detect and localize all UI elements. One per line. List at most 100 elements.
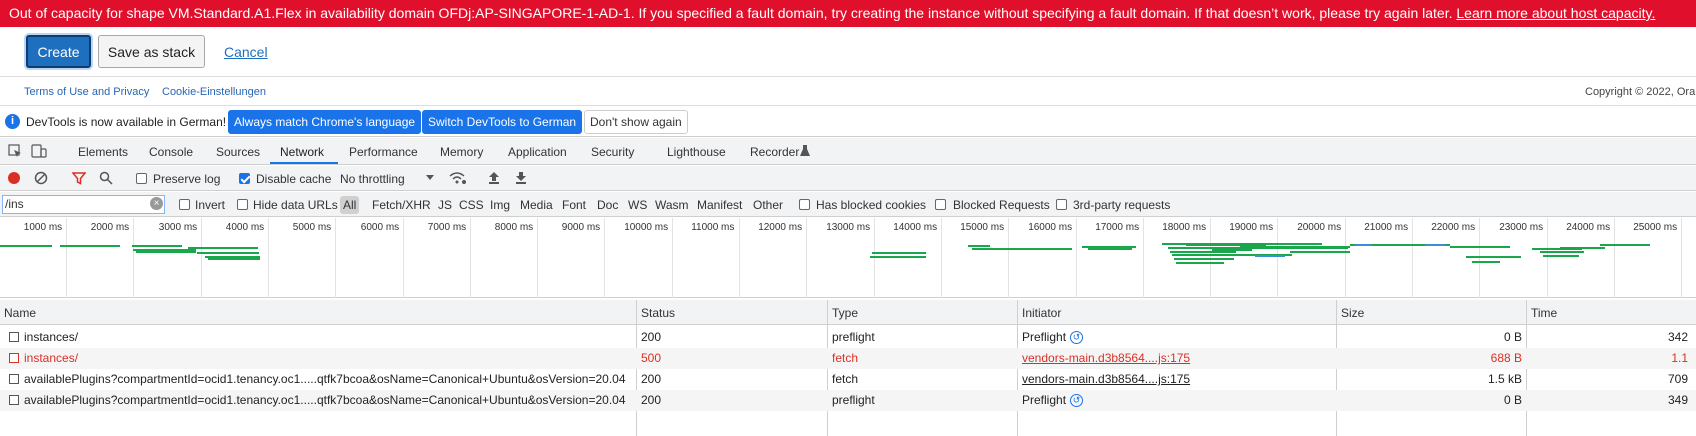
timeline-gridline [1143, 218, 1144, 298]
timeline-tick-label: 14000 ms [893, 222, 938, 233]
clear-filter-icon[interactable]: × [150, 197, 163, 210]
request-type: preflight [832, 393, 875, 407]
table-row[interactable]: instances/ 500 fetch vendors-main.d3b856… [0, 348, 1696, 369]
tab-security[interactable]: Security [591, 145, 634, 159]
timeline-request-bar [1255, 255, 1285, 257]
tab-elements[interactable]: Elements [78, 145, 128, 159]
tab-sources[interactable]: Sources [216, 145, 260, 159]
create-button[interactable]: Create [26, 35, 91, 68]
copyright-text: Copyright © 2022, Ora [1585, 86, 1696, 98]
device-toolbar-icon[interactable] [31, 143, 47, 159]
tab-recorder[interactable]: Recorder [750, 145, 799, 159]
invert-checkbox[interactable] [179, 199, 190, 210]
initiator-text: Preflight [1022, 330, 1067, 344]
tab-lighthouse[interactable]: Lighthouse [667, 145, 726, 159]
search-icon[interactable] [99, 171, 113, 185]
preflight-link-icon[interactable]: ↺ [1070, 394, 1084, 408]
save-as-stack-button[interactable]: Save as stack [98, 35, 205, 68]
disable-cache-checkbox[interactable] [239, 173, 250, 184]
column-time[interactable]: Time [1531, 306, 1557, 320]
timeline-tick-label: 6000 ms [360, 222, 400, 233]
tab-application[interactable]: Application [508, 145, 567, 159]
type-filter-ws[interactable]: WS [628, 198, 647, 212]
always-match-language-button[interactable]: Always match Chrome's language [228, 110, 422, 134]
column-type[interactable]: Type [832, 306, 858, 320]
timeline-tick-label: 10000 ms [624, 222, 669, 233]
record-icon[interactable] [7, 171, 21, 185]
timeline-gridline [66, 218, 67, 298]
request-initiator: Preflight ↺ [1022, 330, 1084, 345]
table-row[interactable]: availablePlugins?compartmentId=ocid1.ten… [0, 390, 1696, 411]
throttling-select[interactable]: No throttling [340, 172, 405, 186]
timeline-request-bar [1176, 262, 1224, 264]
column-status[interactable]: Status [641, 306, 675, 320]
type-filter-media[interactable]: Media [520, 198, 553, 212]
filter-input[interactable]: /ins [2, 195, 165, 214]
timeline-request-bar [1472, 261, 1500, 263]
timeline-gridline [806, 218, 807, 298]
row-icon [9, 332, 19, 342]
table-row[interactable]: instances/ 200 preflight Preflight ↺ 0 B … [0, 327, 1696, 348]
third-party-label: 3rd-party requests [1073, 198, 1171, 212]
type-filter-all[interactable]: All [340, 196, 360, 214]
timeline-request-bar [197, 252, 259, 254]
network-conditions-icon[interactable] [449, 171, 467, 185]
import-har-icon[interactable] [488, 171, 500, 185]
preflight-link-icon[interactable]: ↺ [1070, 331, 1084, 345]
type-filter-manifest[interactable]: Manifest [697, 198, 742, 212]
timeline-tick-label: 22000 ms [1431, 222, 1476, 233]
table-row[interactable]: availablePlugins?compartmentId=ocid1.ten… [0, 369, 1696, 390]
clear-icon[interactable] [34, 171, 48, 185]
timeline-gridline [1277, 218, 1278, 298]
blocked-requests-checkbox[interactable] [935, 199, 946, 210]
row-icon [9, 395, 19, 405]
type-filter-fetch-xhr[interactable]: Fetch/XHR [372, 198, 431, 212]
timeline-tick-label: 12000 ms [758, 222, 803, 233]
column-name[interactable]: Name [4, 306, 36, 320]
dont-show-again-button[interactable]: Don't show again [584, 110, 688, 134]
type-filter-wasm[interactable]: Wasm [655, 198, 689, 212]
cookie-settings-link[interactable]: Cookie-Einstellungen [162, 86, 266, 98]
request-initiator[interactable]: vendors-main.d3b8564....js:175 [1022, 372, 1190, 386]
host-capacity-link[interactable]: Learn more about host capacity. [1456, 5, 1655, 21]
timeline-tick-label: 18000 ms [1162, 222, 1207, 233]
timeline-request-bar [1450, 246, 1510, 248]
tab-memory[interactable]: Memory [440, 145, 483, 159]
tab-performance[interactable]: Performance [349, 145, 418, 159]
export-har-icon[interactable] [515, 171, 527, 185]
tab-console[interactable]: Console [149, 145, 193, 159]
switch-to-german-button[interactable]: Switch DevTools to German [422, 110, 583, 134]
request-initiator[interactable]: vendors-main.d3b8564....js:175 [1022, 351, 1190, 365]
has-blocked-cookies-checkbox[interactable] [799, 199, 810, 210]
type-filter-js[interactable]: JS [438, 198, 452, 212]
timeline-request-bar [1174, 258, 1234, 260]
terms-link[interactable]: Terms of Use and Privacy [24, 86, 149, 98]
type-filter-doc[interactable]: Doc [597, 198, 618, 212]
third-party-checkbox[interactable] [1056, 199, 1067, 210]
cancel-link[interactable]: Cancel [224, 44, 268, 60]
network-toolbar: Preserve log Disable cache No throttling [0, 166, 1696, 191]
timeline-request-bar [1088, 248, 1132, 250]
column-initiator[interactable]: Initiator [1022, 306, 1061, 320]
timeline-request-bar [188, 247, 258, 249]
tab-network[interactable]: Network [280, 145, 324, 159]
type-filter-other[interactable]: Other [753, 198, 783, 212]
chevron-down-icon [426, 175, 434, 180]
timeline-gridline [133, 218, 134, 298]
inspect-element-icon[interactable] [8, 144, 22, 158]
column-size[interactable]: Size [1341, 306, 1364, 320]
filter-icon[interactable] [72, 171, 86, 185]
page-footer: Terms of Use and Privacy Cookie-Einstell… [0, 78, 1696, 106]
timeline-gridline [1479, 218, 1480, 298]
hide-data-urls-checkbox[interactable] [237, 199, 248, 210]
network-overview-timeline[interactable]: 1000 ms 2000 ms 3000 ms 4000 ms 5000 ms 6000 … [0, 218, 1696, 298]
request-type: preflight [832, 330, 875, 344]
type-filter-img[interactable]: Img [490, 198, 510, 212]
type-filter-font[interactable]: Font [562, 198, 586, 212]
preserve-log-checkbox[interactable] [136, 173, 147, 184]
timeline-gridline [1681, 218, 1682, 298]
type-filter-css[interactable]: CSS [459, 198, 484, 212]
request-type: fetch [832, 372, 859, 386]
timeline-request-bar [132, 245, 182, 247]
timeline-tick-label: 17000 ms [1095, 222, 1140, 233]
